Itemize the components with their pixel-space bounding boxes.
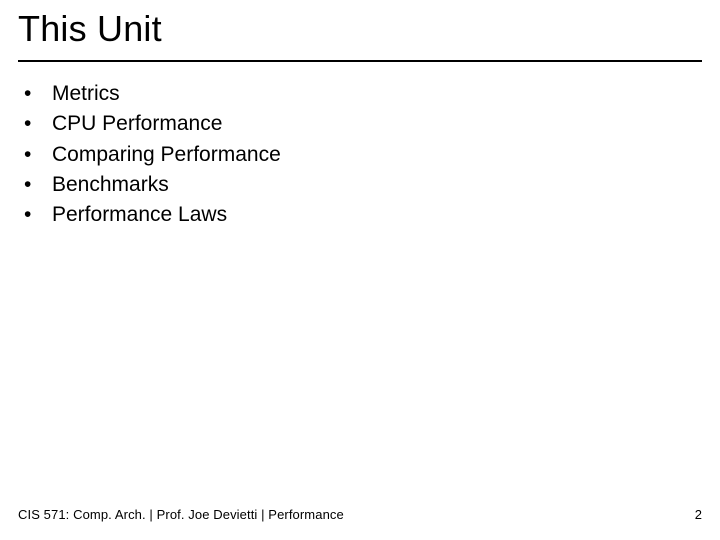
list-item: • CPU Performance (24, 110, 696, 138)
list-item: • Performance Laws (24, 201, 696, 229)
bullet-icon: • (24, 110, 52, 138)
slide-body: • Metrics • CPU Performance • Comparing … (24, 80, 696, 232)
slide: This Unit • Metrics • CPU Performance • … (0, 0, 720, 540)
bullet-text: Metrics (52, 80, 120, 108)
bullet-text: Comparing Performance (52, 141, 281, 169)
list-item: • Metrics (24, 80, 696, 108)
bullet-text: Benchmarks (52, 171, 169, 199)
title-rule (18, 60, 702, 62)
bullet-list: • Metrics • CPU Performance • Comparing … (24, 80, 696, 230)
bullet-icon: • (24, 201, 52, 229)
bullet-text: CPU Performance (52, 110, 222, 138)
slide-footer: CIS 571: Comp. Arch. | Prof. Joe Deviett… (18, 507, 702, 522)
bullet-text: Performance Laws (52, 201, 227, 229)
slide-title: This Unit (18, 8, 162, 50)
page-number: 2 (695, 507, 702, 522)
bullet-icon: • (24, 171, 52, 199)
list-item: • Comparing Performance (24, 141, 696, 169)
bullet-icon: • (24, 141, 52, 169)
list-item: • Benchmarks (24, 171, 696, 199)
footer-text: CIS 571: Comp. Arch. | Prof. Joe Deviett… (18, 507, 344, 522)
bullet-icon: • (24, 80, 52, 108)
